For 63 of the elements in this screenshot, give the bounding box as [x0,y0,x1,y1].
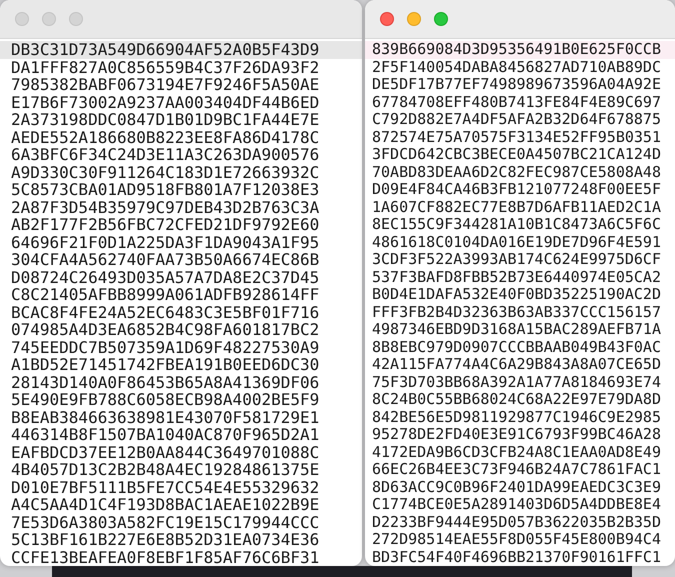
text-line: 745EEDDC7B507359A1D69F48227530A9 [10,338,320,356]
text-line: B8EAB384663638981E43070F581729E1 [10,408,320,426]
text-line: AEDE552A186680B8223EE8FA86D4178C [10,128,320,146]
text-line: 28143D140A0F86453B65A8A41369DF06 [10,374,320,391]
text-line: 7985382BABF0673194E7F9246F5A50AE [10,76,320,94]
text-line: 2A373198DDC0847D1B01D9BC1FA44E7E [10,111,320,128]
text-line: 537F3BAFD8FBB52B73E6440974E05CA2 [371,268,662,286]
text-line: 4987346EBD9D3168A15BAC289AEFB71A [371,321,662,338]
text-line: 1A607CF882EC77E8B7D6AFB11AED2C1A [371,198,662,216]
text-line: 42A115FA774A4C6A29B843A8A07CE65D [371,356,662,374]
text-line: E17B6F73002A9237AA003404DF44B6ED [10,94,320,111]
text-line: 272D98514EAE55F8D055F45E800B94C4 [371,531,662,548]
text-line: 446314B8F1507BA1040AC870F965D2A1 [10,426,320,444]
text-line: 66EC26B4EE3C73F946B24A7C7861FAC1 [371,461,662,478]
text-line: 8D63ACC9C0B96F2401DA99EAEDC3C3E9 [371,478,662,496]
text-line: 5E490E9FB788C6058ECB98A4002BE5F9 [10,391,320,408]
close-button[interactable] [380,12,394,26]
text-line: CCFE13BEAFEA0F8EBF1F85AF76C6BF31 [10,548,320,566]
minimize-button[interactable] [407,12,421,26]
text-line: DE5DF17B77EF7498989673596A04A92E [371,76,662,94]
text-line: C8C21405AFBB8999A061ADFB928614FF [10,286,320,304]
text-line: C1774BCE0E5A2891403D6D5A4DDBE8E4 [371,496,662,514]
text-line: 95278DE2FD40E3E91C6793F99BC46A28 [371,426,662,444]
text-line: 2F5F140054DABA8456827AD710AB89DC [371,58,662,76]
text-line: D010E7BF5111B5FE7CC54E4E55329632 [10,478,320,496]
text-line: 2A87F3D54B35979C97DEB43D2B763C3A [10,198,320,216]
text-line: 8EC155C9F344281A10B1C8473A6C5F6C [371,216,662,234]
text-line: 5C13BF161B227E6E8B52D31EA0734E36 [10,531,320,548]
text-line: 64696F21F0D1A225DA3F1DA9043A1F95 [10,234,320,251]
text-line: BD3FC54F40F4696BB21370F90161FFC1 [371,548,662,566]
text-line: C792D882E7A4DF5AFA2B32D64F678875 [371,111,662,128]
text-line: FFF3FB2B4D32363B63AB337CCC156157 [371,304,662,321]
text-line: D09E4F84CA46B3FB121077248F00EE5F [371,181,662,198]
text-line: 70ABD83DEAA6D2C82FEC987CE5808A48 [371,164,662,181]
text-line: 67784708EFF480B7413FE84F4E89C697 [371,94,662,111]
text-line: B0D4E1DAFA532E40F0BD35225190AC2D [371,286,662,304]
text-line: BCAC8F4FE24A52EC6483C3E5BF01F716 [10,304,320,321]
text-line: AB2F177F2B56FBC72CFED21DF9792E60 [10,216,320,234]
minimize-button[interactable] [42,12,56,26]
text-line: 7E53D6A3803A582FC19E15C179944CCC [10,514,320,531]
text-line: 074985A4D3EA6852B4C98FA601817BC2 [10,321,320,338]
text-line: 4B4057D13C2B2B48A4EC19284861375E [10,461,320,478]
zoom-button[interactable] [69,12,83,26]
text-line: 842BE56E5D9811929877C1946C9E2985 [371,408,662,426]
zoom-button[interactable] [434,12,448,26]
text-line: 3CDF3F522A3993AB174C624E9975D6CF [371,251,662,268]
text-line: D08724C26493D035A57A7DA8E2C37D45 [10,268,320,286]
text-line: DA1FFF827A0C856559B4C37F26DA93F2 [10,58,320,76]
text-line: 4172EDA9B6CD3CFB24A8C1EAA0AD8E49 [371,444,662,461]
text-line: D2233BF9444E95D057B3622035B2B35D [371,514,662,531]
text-line: 8B8EBC979D0907CCCBBAAB049B43F0AC [371,338,662,356]
text-line: 872574E75A70575F3134E52FF95B0351 [371,128,662,146]
text-line: 6A3BFC6F34C24D3E11A3C263DA900576 [10,146,320,164]
text-line: 4861618C0104DA016E19DE7D96F4E591 [371,234,662,251]
text-line: 304CFA4A562740FAA73B50A6674EC86B [10,251,320,268]
text-line: 3FDCD642CBC3BECE0A4507BC21CA124D [371,146,662,164]
text-line: A4C5AA4D1C4F193D8BAC1AEAE1022B9E [10,496,320,514]
text-line: 8C24B0C55BB68024C68A22E97E79DA8D [371,391,662,408]
text-line: 5C8573CBA01AD9518FB801A7F12038E3 [10,181,320,198]
text-line: A9D330C30F911264C183D1E72663932C [10,164,320,181]
text-line: A1BD52E71451742FBEA191B0EED6DC30 [10,356,320,374]
text-line: 75F3D703BB68A392A1A77A8184693E74 [371,374,662,391]
text-line: EAFBDCD37EE12B0AA844C3649701088C [10,444,320,461]
